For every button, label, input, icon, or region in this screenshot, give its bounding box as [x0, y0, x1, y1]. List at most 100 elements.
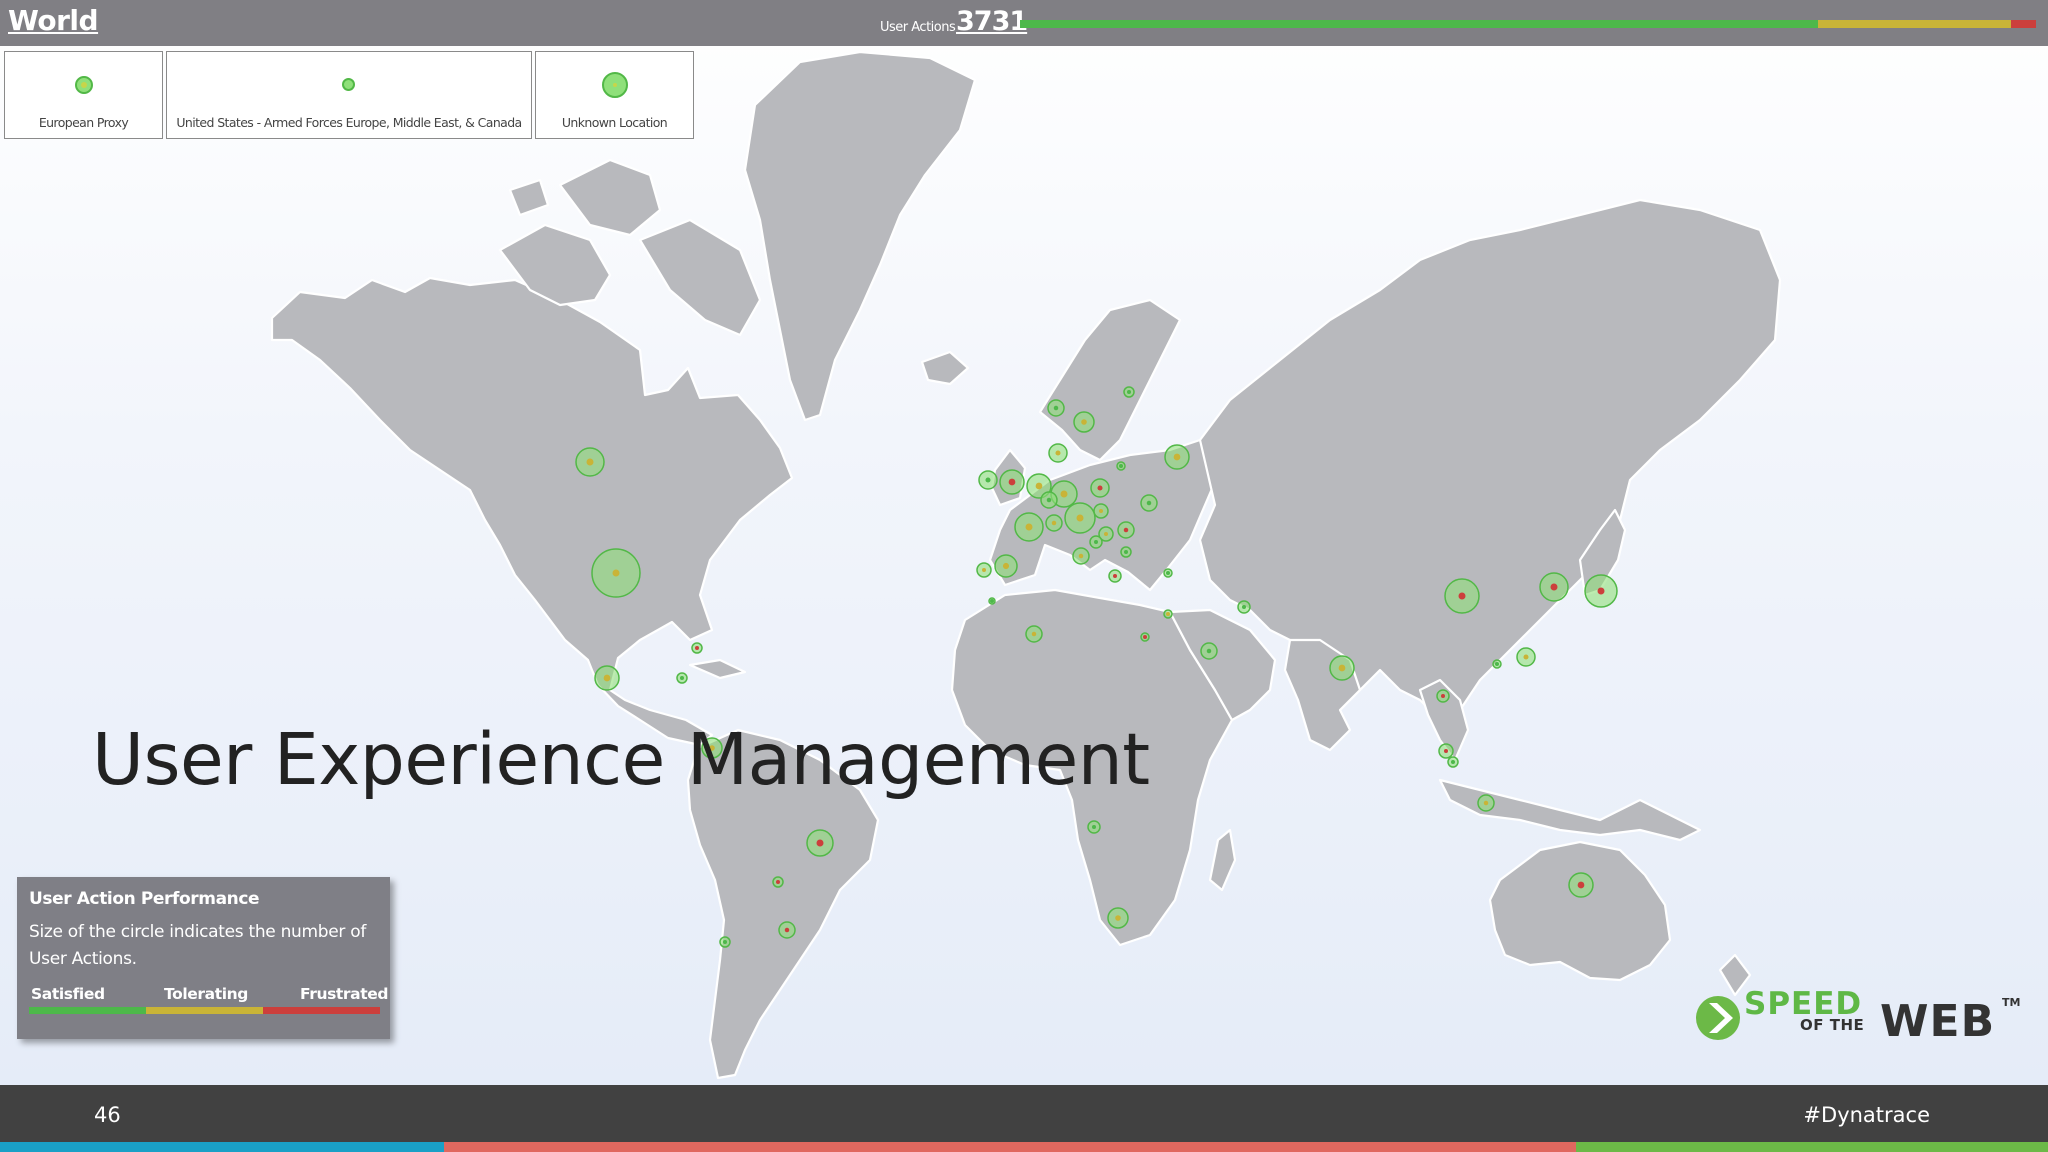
bubble-center	[1597, 587, 1605, 595]
bubble-center	[1119, 464, 1123, 468]
bubble-center	[1127, 390, 1131, 394]
bubble-center	[1166, 612, 1170, 616]
bubble-center	[1099, 509, 1103, 513]
bubble-center	[1495, 662, 1499, 666]
scale-tolerating	[146, 1007, 263, 1014]
bubble-icon	[342, 78, 355, 91]
bubble-center	[1053, 405, 1059, 411]
bubble-center	[1124, 550, 1128, 554]
tolerating-segment	[1817, 20, 2011, 28]
logo-web-text: WEB	[1880, 996, 1996, 1047]
performance-scale	[29, 1007, 380, 1014]
stripe-green	[1576, 1142, 2048, 1152]
bubble-center	[776, 880, 780, 884]
bubble-icon	[75, 76, 93, 94]
bubble-center	[1338, 664, 1346, 672]
bubble-center	[784, 927, 790, 933]
bubble-center	[982, 568, 986, 572]
bubble-center	[1441, 694, 1445, 698]
location-label: Unknown Location	[561, 115, 668, 130]
land-australia	[1488, 840, 1672, 982]
logo-ofthe-text: OF THE	[1800, 1016, 1865, 1034]
location-label: United States - Armed Forces Europe, Mid…	[176, 115, 522, 130]
chevron-icon	[1696, 996, 1740, 1040]
land-scandinavia	[1038, 298, 1182, 462]
bubble-center	[1173, 453, 1181, 461]
header-bar: World User Actions 3731	[0, 0, 2048, 46]
land-iceland	[920, 350, 970, 386]
speed-of-the-web-logo: SPEED OF THE WEB TM	[1692, 986, 2022, 1050]
frustrated-segment	[2010, 20, 2037, 28]
bubble-center	[1035, 482, 1043, 490]
satisfied-segment	[1020, 20, 1818, 28]
bubble-center	[990, 599, 994, 603]
user-actions-label: User Actions	[880, 20, 956, 35]
tolerating-label: Tolerating	[164, 985, 248, 1003]
scale-satisfied	[29, 1007, 146, 1014]
bubble-center	[1076, 514, 1084, 522]
bubble-center	[723, 940, 727, 944]
bubble-center	[680, 676, 684, 680]
bubble-center	[1031, 631, 1037, 637]
bubble-center	[816, 839, 824, 847]
legend-title: User Action Performance	[29, 889, 260, 909]
bubble-center	[1092, 825, 1096, 829]
bubble-center	[1055, 450, 1061, 456]
stripe-blue	[0, 1142, 444, 1152]
bubble-center	[1104, 532, 1108, 536]
stripe-red	[444, 1142, 1576, 1152]
page-number: 46	[94, 1103, 121, 1127]
bubble-center	[1008, 478, 1016, 486]
bubble-center	[1166, 571, 1170, 575]
continents	[270, 50, 1782, 1080]
land-caribbean	[688, 658, 747, 680]
bubble-center	[1094, 540, 1098, 544]
bubble-center	[1577, 881, 1585, 889]
bubble-center	[586, 458, 594, 466]
land-asia	[1198, 198, 1782, 722]
slide-title: User Experience Management	[92, 718, 1150, 801]
bubble-center	[1002, 562, 1010, 570]
location-box-us-armed-forces[interactable]: United States - Armed Forces Europe, Mid…	[166, 51, 532, 139]
location-box-european-proxy[interactable]: European Proxy	[4, 51, 163, 139]
bubble-center	[1143, 635, 1147, 639]
bubble-center	[985, 477, 991, 483]
logo-tm-text: TM	[2002, 996, 2021, 1009]
bubble-center	[1451, 760, 1455, 764]
satisfied-label: Satisfied	[31, 985, 105, 1003]
bubble-center	[613, 83, 617, 87]
performance-legend: User Action Performance Size of the circ…	[17, 877, 390, 1039]
land-indonesia	[1438, 778, 1702, 842]
bubble-center	[695, 646, 699, 650]
bubble-center	[1113, 574, 1117, 578]
slide-footer: 46 #Dynatrace	[0, 1085, 2048, 1142]
slide: World User Actions 3731 European Proxy U…	[0, 0, 2048, 1152]
footer-stripe	[0, 1142, 2048, 1152]
bubble-center	[1046, 497, 1052, 503]
region-title[interactable]: World	[8, 4, 99, 37]
bubble-center	[1060, 490, 1068, 498]
bubble-center	[1550, 583, 1558, 591]
location-label: European Proxy	[38, 115, 129, 130]
location-box-unknown-location[interactable]: Unknown Location	[535, 51, 694, 139]
legend-description: Size of the circle indicates the number …	[29, 922, 367, 969]
bubble-center	[1097, 485, 1103, 491]
bubble-center	[1078, 553, 1084, 559]
bubble-center	[1483, 800, 1489, 806]
bubble-center	[1025, 523, 1033, 531]
bubble-center	[1115, 915, 1121, 921]
bubble-center	[1051, 520, 1057, 526]
bubble-center	[1146, 500, 1152, 506]
bubble-center	[1523, 654, 1529, 660]
user-actions-count[interactable]: 3731	[956, 6, 1028, 37]
performance-bar	[1020, 20, 2037, 28]
bubble-center	[81, 82, 87, 88]
bubble-center	[1444, 749, 1448, 753]
frustrated-label: Frustrated	[300, 985, 389, 1003]
bubble-center	[1123, 527, 1129, 533]
land-arctic-islands-3	[508, 178, 550, 217]
land-arctic-islands-2	[558, 158, 662, 237]
bubble-center	[1206, 648, 1212, 654]
bubble-center	[1081, 419, 1087, 425]
bubble-center	[1242, 605, 1246, 609]
